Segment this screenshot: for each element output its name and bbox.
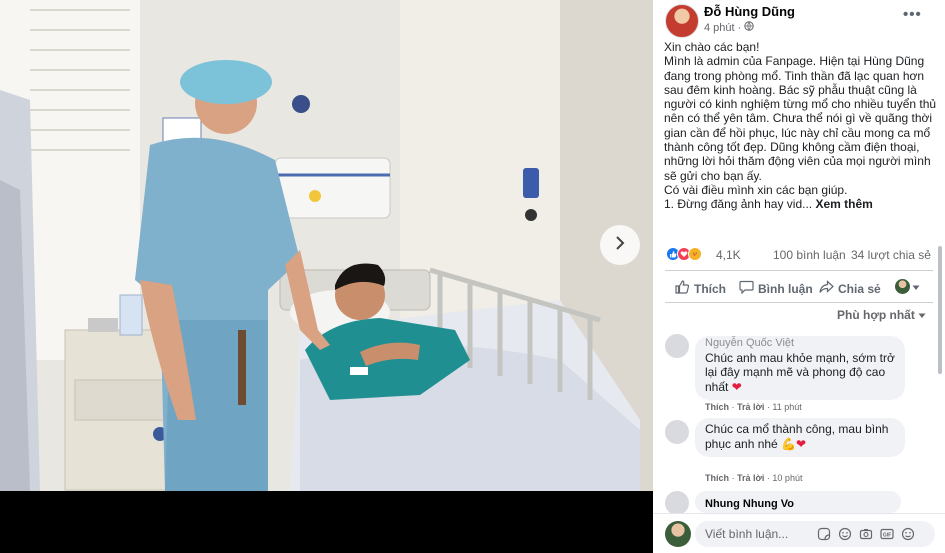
hospital-room-photo — [0, 0, 653, 491]
comment-time[interactable]: 10 phút — [772, 473, 802, 483]
commenter-avatar[interactable] — [665, 334, 689, 358]
like-label: Thích — [694, 281, 726, 296]
comment-button[interactable]: Bình luận — [739, 280, 813, 297]
truncated-line: 1. Đừng đăng ảnh hay vid... — [664, 197, 813, 212]
post-paragraph: Xin chào các bạn! — [664, 40, 760, 54]
sticker-face-icon[interactable] — [900, 526, 915, 541]
comment-meta: Thích · Trả lời · 10 phút — [705, 473, 803, 483]
emoji-icon[interactable] — [837, 526, 852, 541]
post-photo — [0, 0, 653, 491]
post-meta: 4 phút · — [704, 21, 754, 34]
commenter-name[interactable]: Nhung Nhung Vo — [705, 497, 891, 512]
divider — [665, 270, 933, 271]
post-paragraph: Có vài điều mình xin các bạn giúp. — [664, 182, 848, 197]
comment-time[interactable]: 11 phút — [772, 402, 801, 412]
sort-label: Phù hợp nhất — [837, 308, 915, 322]
dot-separator: · — [737, 21, 742, 34]
react-as-selector[interactable] — [895, 279, 920, 294]
comment-label: Bình luận — [758, 281, 813, 296]
comment-sort-dropdown[interactable]: Phù hợp nhất — [837, 308, 926, 322]
share-count[interactable]: 34 lượt chia sẻ — [851, 248, 931, 262]
comment-bubble: Chúc ca mổ thành công, mau bình phục anh… — [695, 418, 905, 457]
red-heart-icon: ❤ — [731, 379, 742, 394]
like-button[interactable]: Thích — [675, 280, 726, 297]
post-side-panel: Đỗ Hùng Dũng 4 phút · ••• Xin chào các b… — [653, 0, 945, 553]
red-heart-icon: ❤ — [796, 436, 807, 451]
scrollbar[interactable] — [938, 246, 942, 374]
comment-bubble: Nhung Nhung Vo — [695, 491, 901, 513]
share-arrow-icon — [819, 280, 834, 297]
viewer-avatar — [665, 521, 691, 547]
comment-reply-link[interactable]: Trả lời — [737, 402, 764, 412]
caret-down-icon — [918, 308, 926, 322]
reaction-icons[interactable] — [666, 247, 702, 261]
comment-count[interactable]: 100 bình luận — [773, 248, 846, 262]
comment-composer: GIF — [653, 513, 945, 553]
camera-icon[interactable] — [858, 526, 873, 541]
commenter-avatar[interactable] — [665, 491, 689, 515]
viewer-avatar — [895, 279, 910, 294]
post-time[interactable]: 4 phút — [704, 22, 735, 34]
comment-reply-link[interactable]: Trả lời — [737, 473, 764, 483]
gif-icon[interactable]: GIF — [879, 526, 894, 541]
comment-like-link[interactable]: Thích — [705, 402, 729, 412]
sticker-icon[interactable] — [816, 526, 831, 541]
comment-meta: Thích · Trả lời · 11 phút — [705, 402, 802, 412]
care-reaction-icon — [688, 247, 702, 261]
comment-bubble-icon — [739, 280, 754, 297]
comment-text: Chúc ca mổ thành công, mau bình phục anh… — [705, 422, 895, 451]
comment-bubble: Nguyễn Quốc Việt Chúc anh mau khỏe mạnh,… — [695, 336, 905, 400]
comment-like-link[interactable]: Thích — [705, 473, 729, 483]
comment-text: Chúc anh mau khỏe mạnh, sớm trở lại đây … — [705, 351, 895, 395]
commenter-name[interactable]: Nguyễn Quốc Việt — [705, 336, 895, 351]
post-paragraph: Mình là admin của Fanpage. Hiện tại Hùng… — [664, 54, 937, 183]
next-photo-button[interactable] — [600, 225, 640, 265]
more-dots-icon: ••• — [903, 6, 922, 23]
reaction-count[interactable]: 4,1K — [716, 248, 741, 262]
muscle-emoji-icon: 💪 — [781, 436, 797, 451]
thumbs-up-icon — [675, 280, 690, 297]
see-more-link[interactable]: Xem thêm — [815, 197, 872, 211]
more-options-button[interactable]: ••• — [903, 6, 922, 23]
post-body: Xin chào các bạn! Mình là admin của Fanp… — [664, 40, 939, 212]
share-label: Chia sẻ — [838, 281, 881, 296]
svg-text:GIF: GIF — [882, 532, 890, 538]
chevron-right-icon — [613, 235, 627, 256]
photo-viewer — [0, 0, 653, 553]
globe-icon — [744, 21, 754, 34]
composer-tools: GIF — [816, 526, 915, 541]
author-avatar[interactable] — [665, 4, 699, 38]
author-name[interactable]: Đỗ Hùng Dũng — [704, 4, 795, 19]
post-actions: Thích Bình luận Chia sẻ — [653, 276, 945, 302]
reactions-summary: 4,1K 100 bình luận 34 lượt chia sẻ — [653, 244, 945, 264]
share-button[interactable]: Chia sẻ — [819, 280, 881, 297]
commenter-avatar[interactable] — [665, 420, 689, 444]
divider — [665, 302, 933, 303]
post-paragraph-truncated: 1. Đừng đăng ảnh hay vid... Xem thêm — [664, 197, 939, 211]
caret-down-icon — [912, 280, 920, 294]
